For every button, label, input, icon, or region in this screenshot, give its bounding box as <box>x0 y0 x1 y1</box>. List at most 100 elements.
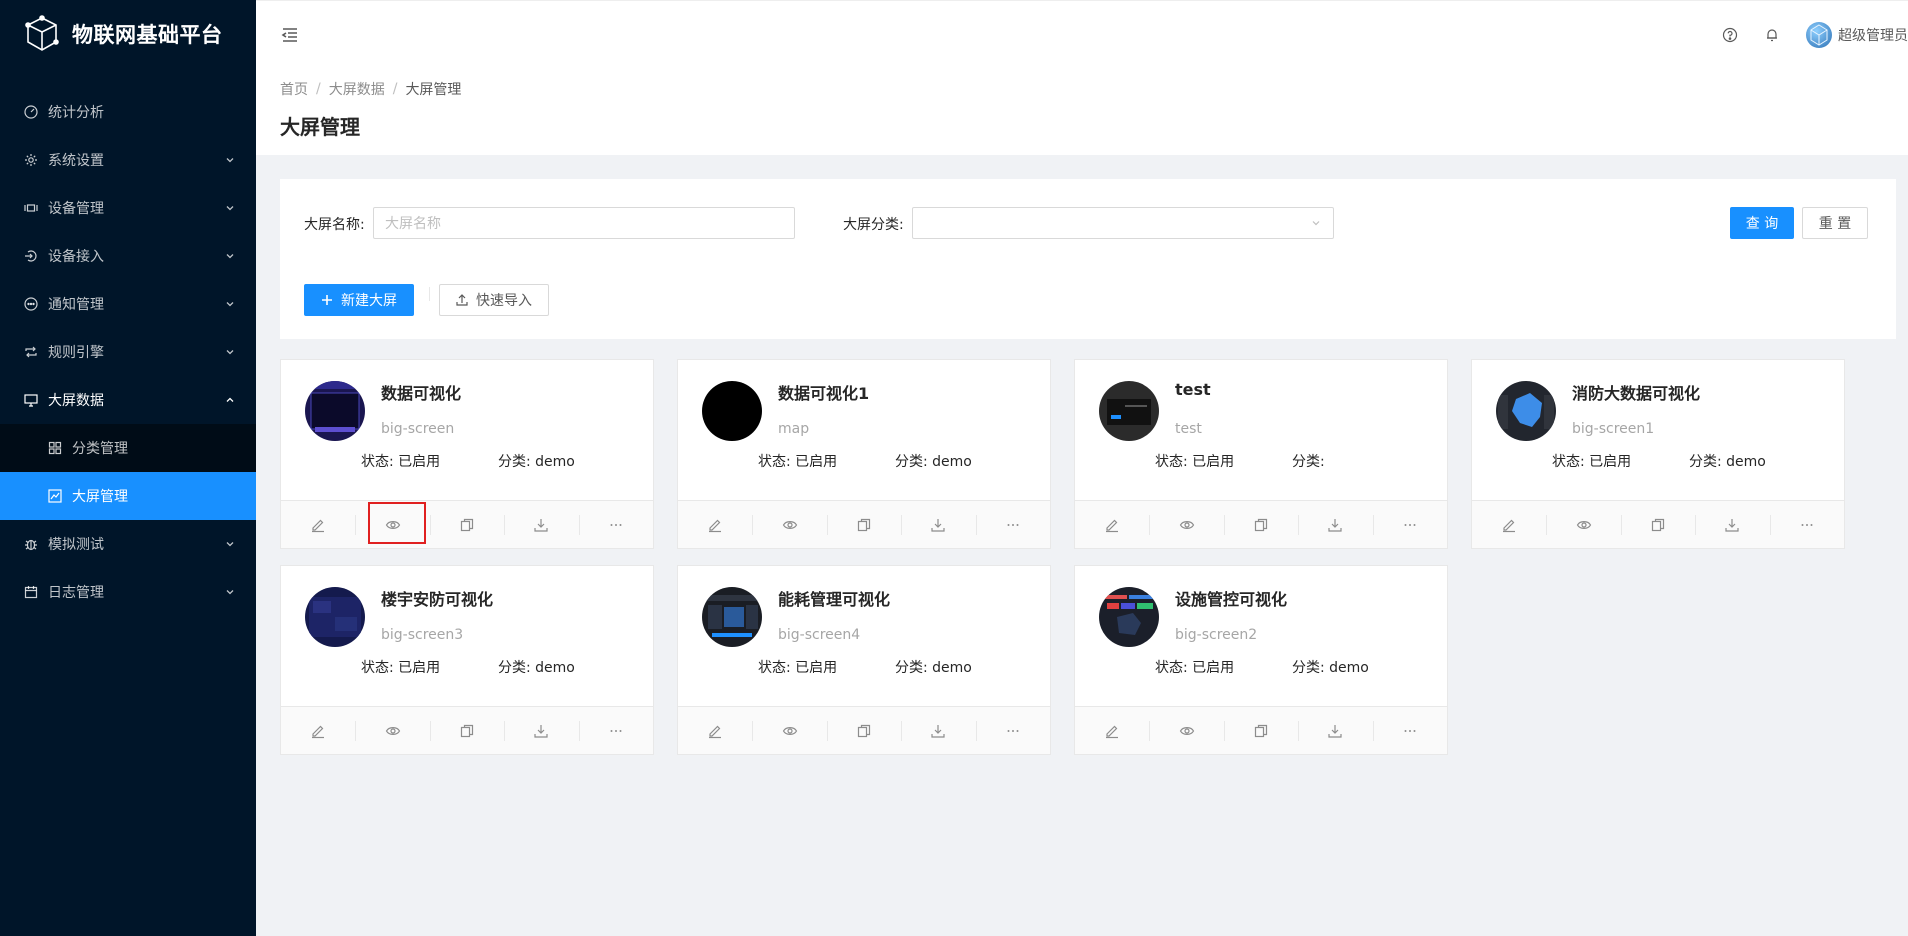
more-button[interactable] <box>975 501 1050 548</box>
ellipsis-icon <box>1402 723 1418 739</box>
breadcrumb-big-screen-data[interactable]: 大屏数据 <box>329 79 385 99</box>
copy-button[interactable] <box>826 707 901 754</box>
query-button[interactable]: 查 询 <box>1730 207 1794 239</box>
preview-button[interactable] <box>752 707 826 754</box>
copy-button[interactable] <box>429 501 504 548</box>
copy-button[interactable] <box>1223 501 1298 548</box>
screen-thumbnail[interactable] <box>305 587 365 647</box>
reset-button-label: 重 置 <box>1818 216 1852 232</box>
copy-button[interactable] <box>1620 501 1695 548</box>
sidebar-item-rule-engine[interactable]: 规则引擎 <box>0 328 256 376</box>
new-screen-button[interactable]: 新建大屏 <box>304 284 414 316</box>
screen-card-status: 状态: 已启用 <box>361 454 441 470</box>
copy-button[interactable] <box>826 501 901 548</box>
bell-icon[interactable] <box>1764 27 1780 43</box>
sidebar-item-device-access[interactable]: 设备接入 <box>0 232 256 280</box>
sidebar-item-notification[interactable]: 通知管理 <box>0 280 256 328</box>
preview-button[interactable] <box>752 501 826 548</box>
download-button[interactable] <box>901 707 975 754</box>
quick-import-label: 快速导入 <box>476 293 532 309</box>
sidebar-item-label: 模拟测试 <box>48 537 104 553</box>
submenu-big-screen-data: 分类管理 大屏管理 <box>0 424 256 520</box>
question-icon[interactable] <box>1722 27 1738 43</box>
screen-name-input[interactable]: 大屏名称 <box>373 207 795 239</box>
screen-card: 楼宇安防可视化 big-screen3 状态: 已启用 分类: demo <box>280 565 654 755</box>
preview-button[interactable] <box>355 707 429 754</box>
screen-card-title: 能耗管理可视化 <box>778 590 891 609</box>
sidebar: 物联网基础平台 统计分析 系统设置 设备管理 设备接入 通知管理 规则引擎 大屏… <box>0 0 256 936</box>
screen-thumbnail[interactable] <box>1496 381 1556 441</box>
sidebar-item-big-screen-data[interactable]: 大屏数据 <box>0 376 256 424</box>
screen-card-title: 消防大数据可视化 <box>1572 384 1701 403</box>
download-icon <box>1327 723 1343 739</box>
login-icon <box>24 249 38 263</box>
edit-button[interactable] <box>678 501 752 548</box>
chevron-down-icon <box>226 206 234 211</box>
copy-icon <box>1253 723 1269 739</box>
page-title: 大屏管理 <box>280 115 360 139</box>
more-button[interactable] <box>1769 501 1844 548</box>
menu-fold-icon[interactable] <box>280 25 300 45</box>
download-icon <box>533 723 549 739</box>
edit-button[interactable] <box>1472 501 1546 548</box>
more-button[interactable] <box>578 501 653 548</box>
screen-card-status: 状态: 已启用 <box>1155 454 1235 470</box>
calendar-icon <box>24 585 38 599</box>
reset-button[interactable]: 重 置 <box>1802 207 1868 239</box>
ellipsis-icon <box>1402 517 1418 533</box>
screen-card-status: 状态: 已启用 <box>758 454 838 470</box>
screen-card-actions <box>1075 500 1447 548</box>
filter-panel: 大屏名称: 大屏名称 大屏分类: 查 询 重 置 新建大屏 快速导入 <box>280 179 1896 339</box>
more-button[interactable] <box>1372 707 1447 754</box>
more-button[interactable] <box>1372 501 1447 548</box>
sidebar-item-screen-management[interactable]: 大屏管理 <box>0 472 256 520</box>
cube-logo-icon <box>22 14 62 54</box>
edit-button[interactable] <box>281 707 355 754</box>
preview-button[interactable] <box>1149 707 1223 754</box>
screen-thumbnail[interactable] <box>702 381 762 441</box>
edit-button[interactable] <box>281 501 355 548</box>
header-right: 超级管理员 <box>1722 21 1908 49</box>
more-button[interactable] <box>578 707 653 754</box>
copy-button[interactable] <box>1223 707 1298 754</box>
download-button[interactable] <box>504 501 578 548</box>
preview-button[interactable] <box>355 501 429 548</box>
preview-button[interactable] <box>1546 501 1620 548</box>
download-button[interactable] <box>901 501 975 548</box>
device-icon <box>24 201 38 215</box>
eye-icon <box>1576 517 1592 533</box>
breadcrumb-home[interactable]: 首页 <box>280 79 308 99</box>
app-title: 物联网基础平台 <box>72 23 223 47</box>
preview-button[interactable] <box>1149 501 1223 548</box>
screen-thumbnail[interactable] <box>305 381 365 441</box>
screen-category-select[interactable] <box>912 207 1334 239</box>
user-name[interactable]: 超级管理员 <box>1838 25 1908 45</box>
sidebar-item-statistics[interactable]: 统计分析 <box>0 88 256 136</box>
screen-card-code: big-screen <box>381 421 455 437</box>
sidebar-item-label: 分类管理 <box>72 441 128 457</box>
screen-thumbnail[interactable] <box>1099 587 1159 647</box>
edit-button[interactable] <box>1075 501 1149 548</box>
screen-card-category: 分类: demo <box>1689 454 1766 470</box>
download-button[interactable] <box>1695 501 1769 548</box>
edit-button[interactable] <box>1075 707 1149 754</box>
screen-card-status: 状态: 已启用 <box>1155 660 1235 676</box>
sidebar-item-log-management[interactable]: 日志管理 <box>0 568 256 616</box>
sidebar-item-category-management[interactable]: 分类管理 <box>0 424 256 472</box>
sidebar-item-system-settings[interactable]: 系统设置 <box>0 136 256 184</box>
quick-import-button[interactable]: 快速导入 <box>439 284 549 316</box>
download-button[interactable] <box>1298 707 1372 754</box>
sidebar-item-simulation-test[interactable]: 模拟测试 <box>0 520 256 568</box>
more-button[interactable] <box>975 707 1050 754</box>
edit-button[interactable] <box>678 707 752 754</box>
avatar[interactable] <box>1806 22 1832 48</box>
download-button[interactable] <box>1298 501 1372 548</box>
screen-thumbnail[interactable] <box>702 587 762 647</box>
screen-thumbnail[interactable] <box>1099 381 1159 441</box>
logo[interactable]: 物联网基础平台 <box>0 0 256 68</box>
download-button[interactable] <box>504 707 578 754</box>
screen-card-status: 状态: 已启用 <box>758 660 838 676</box>
copy-button[interactable] <box>429 707 504 754</box>
sidebar-item-device-management[interactable]: 设备管理 <box>0 184 256 232</box>
screen-card-actions <box>281 500 653 548</box>
